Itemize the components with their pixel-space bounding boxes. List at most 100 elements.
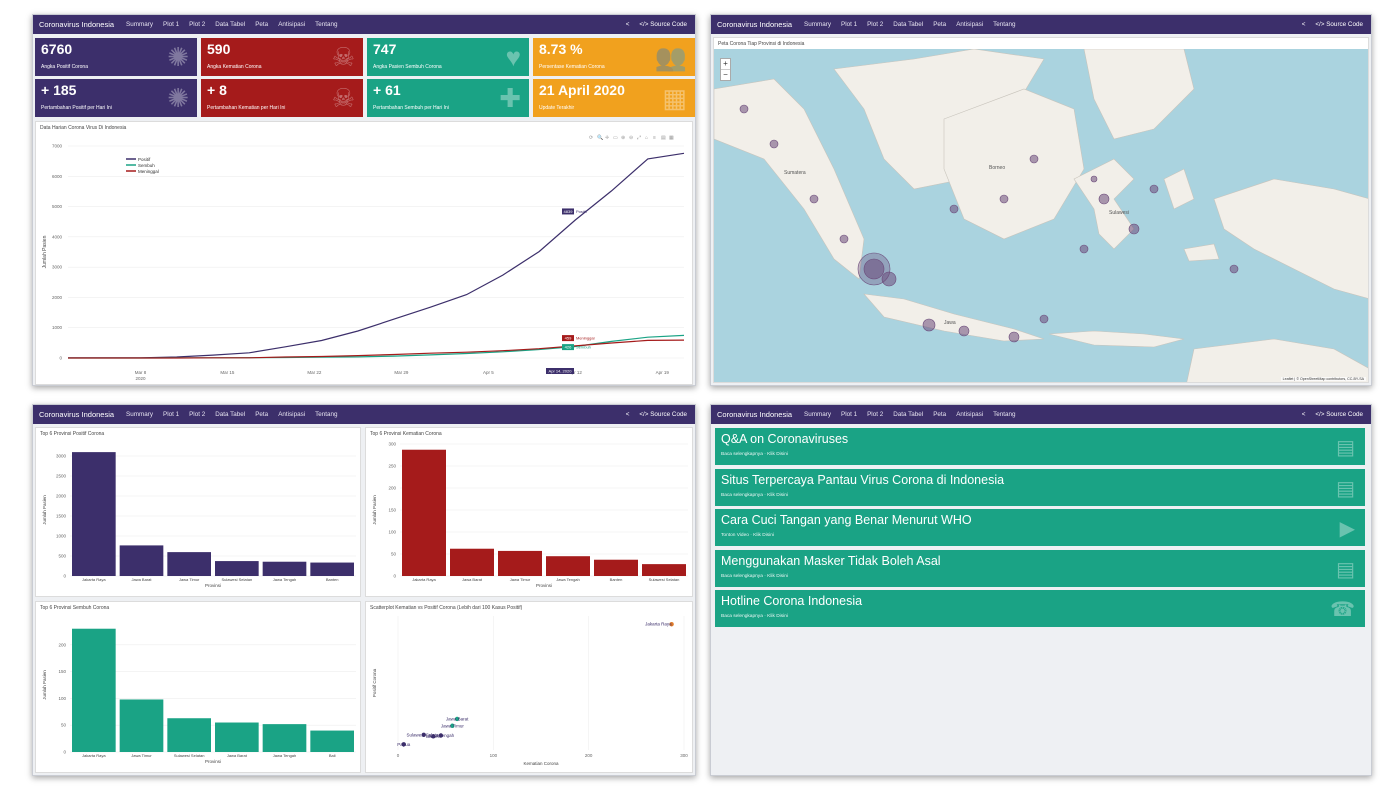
modebar-icon[interactable]: ⟳: [589, 135, 594, 141]
source-code-link[interactable]: </> Source Code: [1315, 21, 1363, 28]
series-line-meninggal[interactable]: [68, 339, 685, 359]
nav-plot2[interactable]: Plot 2: [867, 21, 883, 28]
modebar-icon[interactable]: ⌂: [645, 135, 648, 141]
bar-positif-chart[interactable]: 0 500 1000 1500 2000 2500 3000 Jakarta Raya Jawa…: [36, 428, 361, 597]
nav-antisipasi[interactable]: Antisipasi: [278, 21, 305, 28]
nav-tentang[interactable]: Tentang: [993, 411, 1015, 418]
navbar: Coronavirus Indonesia Summary Plot 1 Plo…: [33, 15, 695, 34]
legend-label[interactable]: Positif: [138, 157, 151, 162]
bar[interactable]: [119, 699, 164, 752]
bar[interactable]: [262, 724, 307, 752]
nav-peta[interactable]: Peta: [933, 411, 946, 418]
bar[interactable]: [450, 548, 494, 576]
nav-plot2[interactable]: Plot 2: [189, 411, 205, 418]
nav-peta[interactable]: Peta: [255, 21, 268, 28]
modebar-icon[interactable]: ≡: [653, 135, 656, 141]
article-link[interactable]: Tonton Video · Klik Disini: [721, 533, 1359, 538]
article-card[interactable]: Menggunakan Masker Tidak Boleh Asal Baca …: [715, 549, 1365, 587]
article-title[interactable]: Q&A on Coronaviruses: [721, 432, 1359, 446]
article-title[interactable]: Cara Cuci Tangan yang Benar Menurut WHO: [721, 513, 1359, 527]
bar[interactable]: [119, 545, 164, 576]
modebar-icon[interactable]: ▤: [661, 135, 666, 141]
bar[interactable]: [594, 559, 638, 576]
nav-summary[interactable]: Summary: [126, 411, 153, 418]
article-link[interactable]: Baca selengkapnya · Klik Disini: [721, 614, 1359, 619]
article-title[interactable]: Situs Terpercaya Pantau Virus Corona di …: [721, 473, 1359, 487]
article-card[interactable]: Q&A on Coronaviruses Baca selengkapnya · …: [715, 428, 1365, 465]
series-line-positif[interactable]: [68, 152, 685, 359]
brand[interactable]: Coronavirus Indonesia: [39, 410, 114, 419]
nav-plot2[interactable]: Plot 2: [867, 411, 883, 418]
bar[interactable]: [310, 730, 354, 752]
article-card[interactable]: Cara Cuci Tangan yang Benar Menurut WHO T…: [715, 509, 1365, 546]
bar[interactable]: [215, 722, 259, 752]
bar[interactable]: [546, 556, 590, 576]
scatter-chart[interactable]: 0 100 200 300 Jakarta Raya Jawa Barat Jawa Tim…: [366, 602, 693, 773]
modebar-icon[interactable]: ▦: [669, 135, 674, 141]
nav-data-tabel[interactable]: Data Tabel: [215, 21, 245, 28]
modebar-icon[interactable]: ▭: [613, 135, 618, 141]
nav-plot2[interactable]: Plot 2: [189, 21, 205, 28]
bar[interactable]: [262, 561, 307, 576]
article-title[interactable]: Menggunakan Masker Tidak Boleh Asal: [721, 554, 1359, 568]
article-card[interactable]: Situs Terpercaya Pantau Virus Corona di …: [715, 468, 1365, 506]
nav-summary[interactable]: Summary: [804, 411, 831, 418]
article-link[interactable]: Baca selengkapnya · Klik Disini: [721, 574, 1359, 579]
nav-data-tabel[interactable]: Data Tabel: [215, 411, 245, 418]
nav-summary[interactable]: Summary: [126, 21, 153, 28]
modebar-icon[interactable]: 🔍: [597, 134, 603, 141]
bar[interactable]: [72, 628, 116, 752]
nav-plot1[interactable]: Plot 1: [163, 411, 179, 418]
modebar-icon[interactable]: ✛: [605, 135, 609, 141]
bar[interactable]: [642, 564, 686, 576]
nav-tentang[interactable]: Tentang: [315, 21, 337, 28]
nav-summary[interactable]: Summary: [804, 21, 831, 28]
brand[interactable]: Coronavirus Indonesia: [717, 410, 792, 419]
nav-tentang[interactable]: Tentang: [993, 21, 1015, 28]
nav-plot1[interactable]: Plot 1: [841, 411, 857, 418]
zoom-in-button[interactable]: +: [721, 59, 730, 69]
nav-tentang[interactable]: Tentang: [315, 411, 337, 418]
legend-label[interactable]: Sembuh: [138, 163, 155, 168]
bar-kematian-chart[interactable]: 0 50 100 150 200 250 300 Jakarta Raya Jawa Barat…: [366, 428, 693, 597]
article-link[interactable]: Baca selengkapnya · Klik Disini: [721, 452, 1359, 457]
nav-plot1[interactable]: Plot 1: [163, 21, 179, 28]
bar[interactable]: [402, 449, 446, 576]
bar[interactable]: [167, 718, 211, 752]
share-icon[interactable]: <: [626, 21, 630, 28]
article-title[interactable]: Hotline Corona Indonesia: [721, 594, 1359, 608]
share-icon[interactable]: <: [626, 411, 630, 418]
share-icon[interactable]: <: [1302, 411, 1306, 418]
bar[interactable]: [167, 552, 211, 576]
brand[interactable]: Coronavirus Indonesia: [717, 20, 792, 29]
bar[interactable]: [215, 561, 259, 576]
source-code-link[interactable]: </> Source Code: [639, 411, 687, 418]
article-link[interactable]: Baca selengkapnya · Klik Disini: [721, 493, 1359, 498]
indonesia-map[interactable]: Borneo Sulawesi Jawa Sumatera: [714, 49, 1369, 383]
bar-sembuh-chart[interactable]: 0 50 100 150 200 Jakarta Raya Jawa Timur Sulawe…: [36, 602, 361, 773]
legend-label[interactable]: Meninggal: [138, 169, 159, 174]
source-code-link[interactable]: </> Source Code: [639, 21, 687, 28]
nav-peta[interactable]: Peta: [933, 21, 946, 28]
source-code-link[interactable]: </> Source Code: [1315, 411, 1363, 418]
bar[interactable]: [498, 550, 542, 576]
bar[interactable]: [72, 452, 116, 576]
line-chart[interactable]: 0 1000 2000 3000 4000 5000 6000 7000 Mar 82020 Ma…: [36, 122, 692, 384]
modebar-icon[interactable]: ⊕: [621, 135, 625, 141]
article-card[interactable]: Hotline Corona Indonesia Baca selengkapny…: [715, 590, 1365, 627]
modebar-icon[interactable]: ⊖: [629, 135, 633, 141]
nav-data-tabel[interactable]: Data Tabel: [893, 411, 923, 418]
zoom-out-button[interactable]: −: [721, 69, 730, 80]
share-icon[interactable]: <: [1302, 21, 1306, 28]
bar[interactable]: [310, 562, 354, 576]
nav-antisipasi[interactable]: Antisipasi: [278, 411, 305, 418]
nav-peta[interactable]: Peta: [255, 411, 268, 418]
brand[interactable]: Coronavirus Indonesia: [39, 20, 114, 29]
modebar-icon[interactable]: ⤢: [637, 135, 641, 141]
nav-data-tabel[interactable]: Data Tabel: [893, 21, 923, 28]
map-label-borneo: Borneo: [989, 165, 1005, 171]
nav-antisipasi[interactable]: Antisipasi: [956, 21, 983, 28]
nav-plot1[interactable]: Plot 1: [841, 21, 857, 28]
map-attribution[interactable]: Leaflet | © OpenStreetMap contributors, …: [1280, 377, 1366, 381]
nav-antisipasi[interactable]: Antisipasi: [956, 411, 983, 418]
